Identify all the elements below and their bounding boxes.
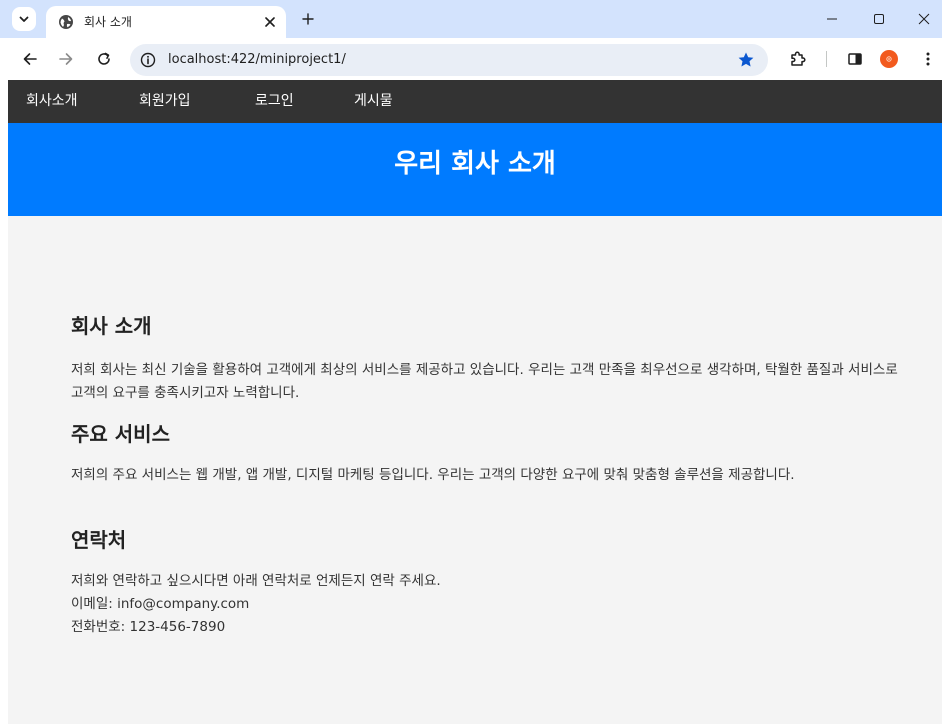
side-panel-button[interactable] xyxy=(845,49,865,69)
section-title-services: 주요 서비스 xyxy=(71,422,170,446)
hero-header: 우리 회사 소개 xyxy=(8,123,942,216)
close-icon xyxy=(918,13,930,25)
browser-window: 회사 소개 localhost:422/miniproject1/ 회사소개 회… xyxy=(0,0,942,724)
bookmark-button[interactable] xyxy=(736,50,756,70)
plus-icon xyxy=(302,13,314,25)
chevron-down-icon xyxy=(19,16,29,22)
close-icon xyxy=(265,17,275,27)
arrow-left-icon xyxy=(23,53,37,65)
avatar-icon xyxy=(886,56,892,62)
contact-intro: 저희와 연락하고 싶으시다면 아래 연락처로 언제든지 연락 주세요. xyxy=(71,573,441,589)
reload-button[interactable] xyxy=(94,49,114,69)
profile-avatar[interactable] xyxy=(880,50,898,68)
browser-toolbar: localhost:422/miniproject1/ xyxy=(0,38,942,80)
minimize-icon xyxy=(827,18,837,20)
window-close-button[interactable] xyxy=(914,9,934,29)
page-viewport: 회사소개 회원가입 로그인 게시물 우리 회사 소개 회사 소개 저희 회사는 … xyxy=(8,80,942,724)
section-title-about: 회사 소개 xyxy=(71,314,152,338)
info-icon[interactable] xyxy=(140,52,156,68)
extensions-button[interactable] xyxy=(788,49,808,69)
more-vertical-icon xyxy=(926,52,930,66)
side-panel-icon xyxy=(848,53,862,65)
nav-link-about[interactable]: 회사소개 xyxy=(26,92,78,110)
site-nav: 회사소개 회원가입 로그인 게시물 xyxy=(8,80,942,123)
minimize-button[interactable] xyxy=(822,9,842,29)
address-bar[interactable]: localhost:422/miniproject1/ xyxy=(130,44,768,76)
reload-icon xyxy=(98,52,110,65)
maximize-icon xyxy=(874,14,884,24)
back-button[interactable] xyxy=(20,49,40,69)
tab-title: 회사 소개 xyxy=(84,15,132,29)
contact-email: 이메일: info@company.com xyxy=(71,596,250,612)
new-tab-button[interactable] xyxy=(298,9,318,29)
contact-phone: 전화번호: 123-456-7890 xyxy=(71,619,226,635)
nav-link-login[interactable]: 로그인 xyxy=(255,92,294,110)
star-icon xyxy=(738,52,754,67)
section-text-about: 저희 회사는 최신 기술을 활용하여 고객에게 최상의 서비스를 제공하고 있습… xyxy=(71,362,898,401)
puzzle-icon xyxy=(791,51,806,66)
menu-button[interactable] xyxy=(918,49,938,69)
forward-button[interactable] xyxy=(56,49,76,69)
url-text[interactable]: localhost:422/miniproject1/ xyxy=(168,52,346,68)
section-text-services: 저희의 주요 서비스는 웹 개발, 앱 개발, 디지털 마케팅 등입니다. 우리… xyxy=(71,467,795,483)
arrow-right-icon xyxy=(59,53,73,65)
nav-link-signup[interactable]: 회원가입 xyxy=(139,92,191,110)
section-title-contact: 연락처 xyxy=(71,528,127,552)
browser-tab[interactable]: 회사 소개 xyxy=(46,6,286,38)
globe-icon xyxy=(59,15,73,29)
tab-search-button[interactable] xyxy=(12,7,36,31)
toolbar-divider xyxy=(826,51,827,67)
nav-link-board[interactable]: 게시물 xyxy=(354,92,393,110)
tab-close-button[interactable] xyxy=(262,14,278,30)
maximize-button[interactable] xyxy=(869,9,889,29)
tab-strip: 회사 소개 xyxy=(0,0,942,38)
page-title: 우리 회사 소개 xyxy=(394,149,556,179)
